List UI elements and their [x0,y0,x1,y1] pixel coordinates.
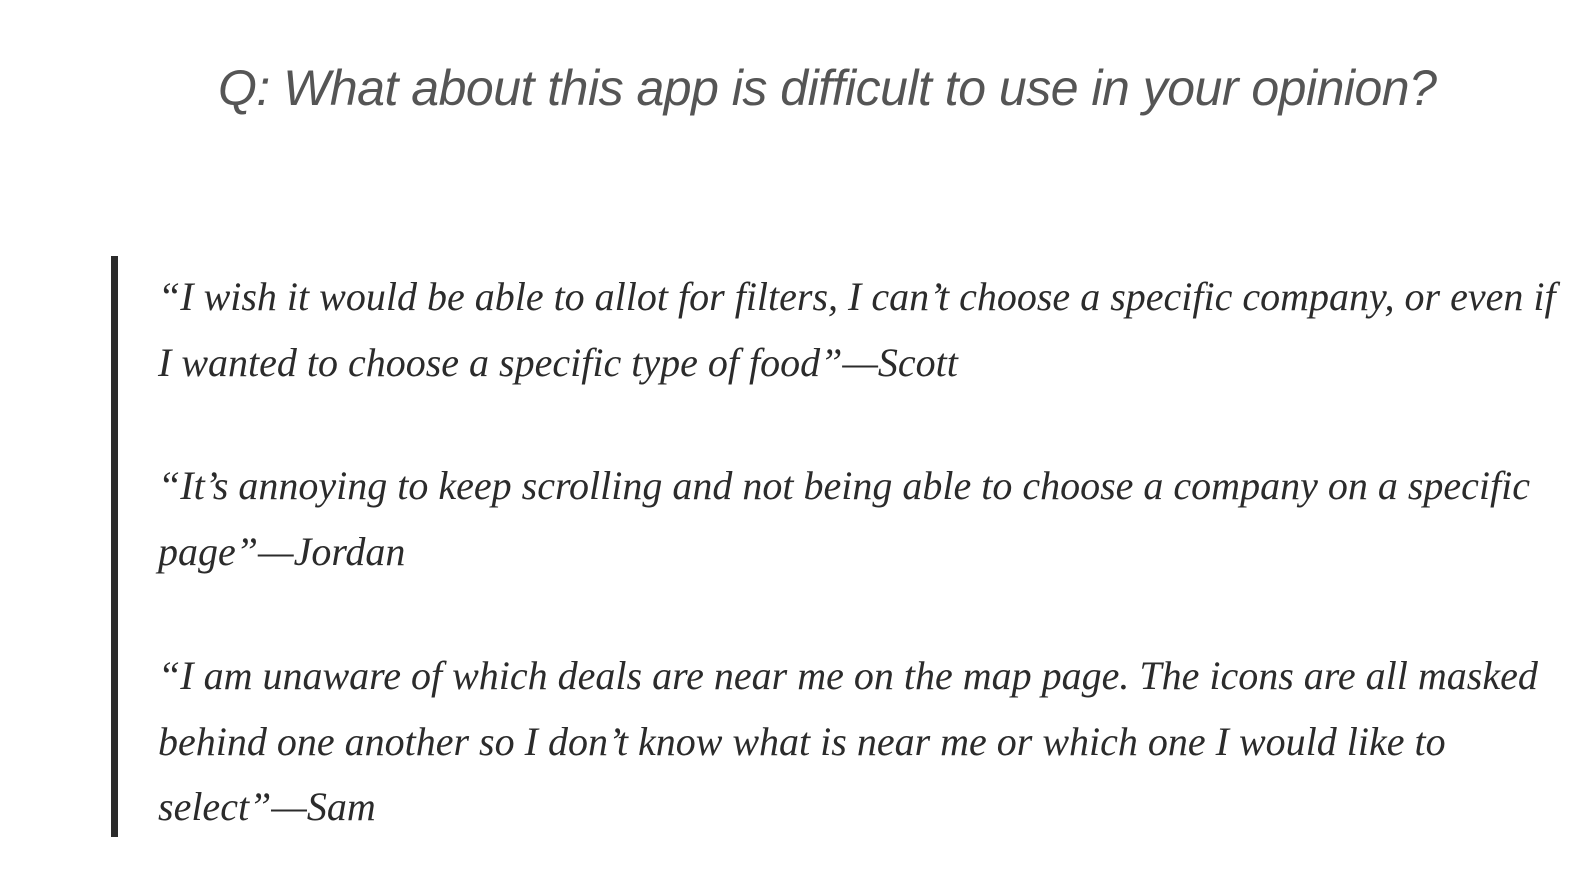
quote-jordan: “It’s annoying to keep scrolling and not… [158,463,1530,574]
quote-scott: “I wish it would be able to allot for fi… [158,274,1556,385]
quote-blockquote: “I wish it would be able to allot for fi… [111,256,1570,837]
question-heading: Q: What about this app is difficult to u… [218,60,1437,116]
quote-sam: “I am unaware of which deals are near me… [158,653,1538,829]
